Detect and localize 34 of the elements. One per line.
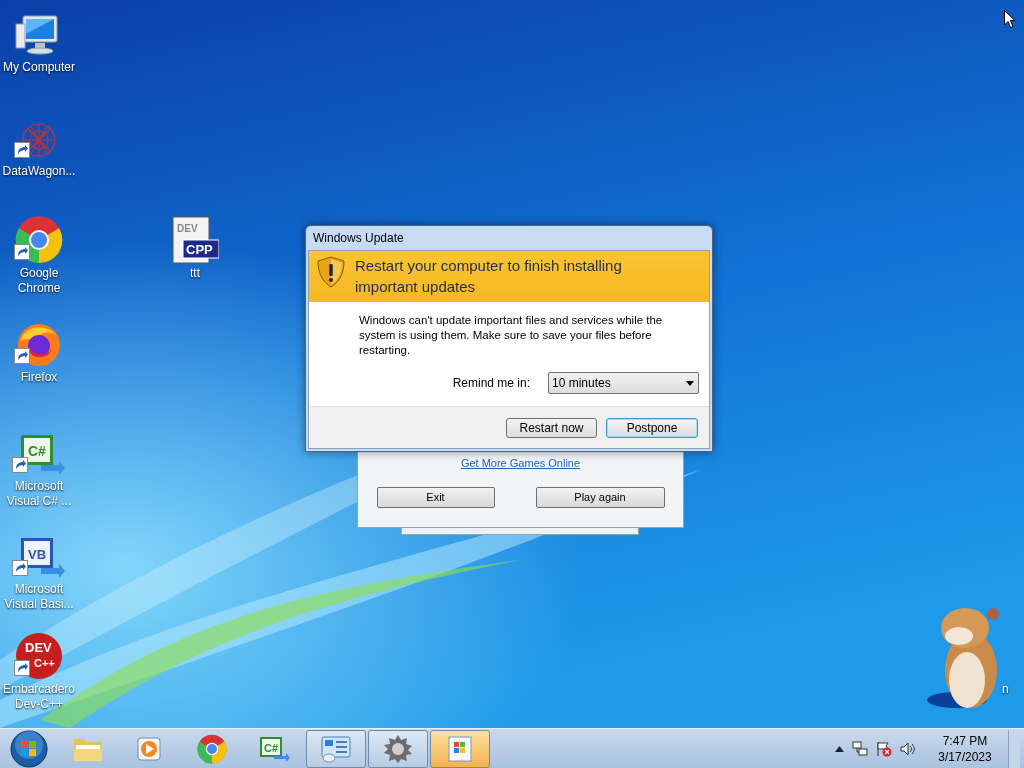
- network-icon[interactable]: [852, 740, 868, 757]
- windows-update-icon: [445, 733, 475, 764]
- dialog-message: Windows can't update important files and services while the system is using them. Make sure to save your files before restarting.: [359, 313, 664, 358]
- icon-label[interactable]: Google Chrome: [0, 266, 78, 296]
- game-button[interactable]: Play again: [535, 486, 665, 508]
- taskbar-button[interactable]: [368, 729, 428, 768]
- start-button[interactable]: [10, 729, 48, 768]
- taskbar-button[interactable]: C#: [244, 729, 304, 768]
- show-hidden-icons-icon[interactable]: [835, 745, 844, 752]
- icon-label[interactable]: n: [1002, 682, 1009, 697]
- icon-label[interactable]: Firefox: [20, 370, 58, 385]
- game-button[interactable]: Exit: [376, 486, 495, 508]
- dialog-heading: Restart your computer to finish installing important updates: [355, 256, 623, 297]
- clock[interactable]: 7:47 PM 3/17/2023: [934, 732, 996, 765]
- window-title: Windows Update: [313, 230, 404, 247]
- flag-error-icon[interactable]: [876, 740, 892, 757]
- dropdown-caret-icon: [686, 380, 694, 386]
- mouse-pointer-icon: [1004, 10, 1016, 29]
- shield-warning-icon: [317, 256, 345, 288]
- chrome-icon: [197, 733, 227, 764]
- speaker-icon[interactable]: [900, 740, 916, 757]
- dialog-button[interactable]: Postpone: [606, 417, 698, 438]
- icon-label[interactable]: DataWagon...: [2, 164, 76, 179]
- taskbar-button[interactable]: [306, 729, 366, 768]
- control-panel-icon: [320, 734, 352, 763]
- more-games-link[interactable]: Get More Games Online: [460, 455, 581, 472]
- remind-dropdown[interactable]: 10 minutes: [548, 372, 699, 394]
- media-player-icon: [136, 734, 164, 763]
- gear-icon: [383, 733, 413, 764]
- icon-label[interactable]: ttt: [190, 266, 200, 281]
- dialog-button[interactable]: Restart now: [506, 417, 597, 438]
- taskbar-button[interactable]: [430, 729, 490, 768]
- remind-label: Remind me in:: [452, 375, 530, 392]
- icon-label[interactable]: My Computer: [3, 60, 75, 75]
